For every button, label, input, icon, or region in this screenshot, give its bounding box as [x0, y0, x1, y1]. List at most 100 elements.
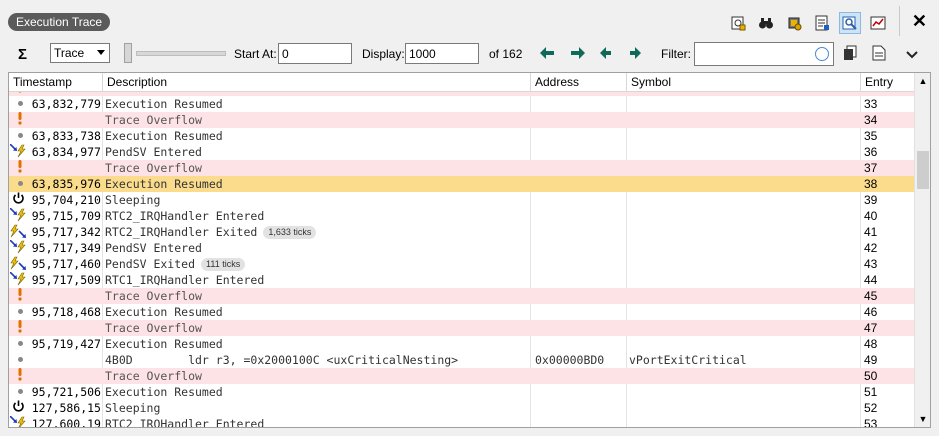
duration-badge: 1,633 ticks — [263, 226, 317, 239]
vertical-scrollbar[interactable]: ▲ ▼ — [914, 73, 930, 427]
first-page-icon[interactable] — [540, 47, 556, 62]
chevron-down-icon[interactable] — [906, 48, 918, 62]
description-cell: RTC2_IRQHandler Exited 1,633 ticks — [105, 224, 530, 240]
table-row[interactable]: 95,718,468 Execution Resumed 46 — [9, 304, 914, 320]
table-row[interactable]: 95,717,349 PendSV Entered 42 — [9, 240, 914, 256]
address-cell: 0x00000BD0 — [535, 353, 605, 367]
timestamp-cell — [13, 320, 101, 336]
scroll-thumb[interactable] — [917, 151, 929, 189]
symbol-cell — [629, 304, 859, 320]
table-row[interactable]: 4B0D ldr r3, =0x2000100C <uxCriticalNest… — [9, 352, 914, 368]
close-icon[interactable]: ✕ — [912, 10, 927, 32]
table-row[interactable]: 95,715,709 RTC2_IRQHandler Entered 40 — [9, 208, 914, 224]
binoculars-icon[interactable] — [755, 12, 777, 34]
table-row[interactable]: 63,832,779 Execution Resumed 33 — [9, 96, 914, 112]
start-at-input[interactable] — [278, 43, 352, 64]
symbol-cell — [629, 192, 859, 208]
description-cell: Execution Resumed — [105, 304, 530, 320]
filter-label: Filter: — [661, 47, 691, 61]
table-row[interactable]: 95,719,427 Execution Resumed 48 — [9, 336, 914, 352]
entry-cell: 37 — [864, 161, 878, 175]
sigma-icon[interactable]: Σ — [18, 46, 27, 63]
table-row[interactable]: Trace Overflow 47 — [9, 320, 914, 336]
toolbar-separator — [899, 6, 900, 36]
table-row[interactable]: 63,834,977 PendSV Entered 36 — [9, 144, 914, 160]
check-circle-icon[interactable] — [815, 47, 829, 61]
description-text: Sleeping — [105, 193, 161, 207]
description-text: Execution Resumed — [105, 305, 223, 319]
description-text: Execution Resumed — [105, 97, 223, 111]
description-text: Trace Overflow — [105, 369, 202, 383]
entry-cell: 35 — [864, 129, 878, 143]
entry-cell: 49 — [864, 353, 878, 367]
address-cell — [535, 112, 627, 128]
display-input[interactable] — [405, 43, 479, 64]
description-cell: PendSV Exited 111 ticks — [105, 256, 530, 272]
symbol-cell — [629, 416, 859, 427]
table-row[interactable]: Trace Overflow 45 — [9, 288, 914, 304]
duration-badge: 111 ticks — [201, 258, 246, 271]
entry-cell: 42 — [864, 241, 878, 255]
scroll-up-icon[interactable]: ▲ — [915, 73, 930, 89]
table-row[interactable]: 95,704,210 Sleeping 39 — [9, 192, 914, 208]
address-cell — [535, 272, 627, 288]
table-row[interactable]: Trace Overflow 37 — [9, 160, 914, 176]
description-cell: PendSV Entered — [105, 240, 530, 256]
column-header-entry[interactable]: Entry — [861, 73, 914, 91]
table-row[interactable]: 63,833,738 Execution Resumed 35 — [9, 128, 914, 144]
entry-cell: 34 — [864, 113, 878, 127]
timestamp-cell: 95,704,210 — [31, 193, 101, 207]
description-cell: 4B0D ldr r3, =0x2000100C <uxCriticalNest… — [105, 352, 530, 368]
description-cell: RTC2_IRQHandler Entered — [105, 208, 530, 224]
timestamp-cell — [13, 160, 101, 176]
symbol-cell — [629, 256, 859, 272]
position-slider-handle[interactable] — [124, 43, 132, 63]
address-cell — [535, 192, 627, 208]
graph-icon[interactable] — [867, 12, 889, 34]
timestamp-cell — [13, 352, 101, 368]
position-slider-track[interactable] — [136, 51, 226, 56]
symbol-cell — [629, 272, 859, 288]
entry-cell: 44 — [864, 273, 878, 287]
symbol-cell — [629, 112, 859, 128]
filter-input[interactable] — [694, 42, 834, 66]
column-header-timestamp[interactable]: Timestamp — [9, 73, 103, 91]
copy-icon[interactable] — [842, 45, 858, 64]
symbol-cell — [629, 288, 859, 304]
entry-cell: 41 — [864, 225, 878, 239]
previous-page-icon[interactable] — [599, 47, 613, 62]
table-row[interactable]: 95,717,342 RTC2_IRQHandler Exited 1,633 ti… — [9, 224, 914, 240]
entry-cell: 46 — [864, 305, 878, 319]
table-row[interactable]: Trace Overflow 34 — [9, 112, 914, 128]
timestamp-cell: 95,719,427 — [31, 337, 101, 351]
table-row[interactable]: 95,717,509 RTC1_IRQHandler Entered 44 — [9, 272, 914, 288]
report-icon[interactable] — [811, 12, 833, 34]
search-zoom-icon[interactable] — [839, 12, 861, 34]
table-row[interactable]: 127,600,19 RTC2_IRQHandler Entered 53 — [9, 416, 914, 427]
trace-select[interactable]: Trace — [50, 43, 110, 63]
table-row[interactable]: Trace Overflow 50 — [9, 368, 914, 384]
table-row[interactable]: 95,721,506 Execution Resumed 51 — [9, 384, 914, 400]
chip-icon[interactable] — [783, 12, 805, 34]
timestamp-cell: 63,835,976 — [31, 177, 101, 191]
symbol-cell — [629, 400, 859, 416]
column-header-symbol[interactable]: Symbol — [627, 73, 861, 91]
table-row[interactable]: 63,835,976 Execution Resumed 38 — [9, 176, 914, 192]
entry-cell: 43 — [864, 257, 878, 271]
description-text: 4B0D ldr r3, =0x2000100C <uxCriticalNest… — [105, 353, 459, 367]
timestamp-cell — [13, 112, 101, 128]
trace-settings-icon[interactable] — [727, 12, 749, 34]
table-row[interactable]: 127,586,15 Sleeping 52 — [9, 400, 914, 416]
timestamp-cell: 95,717,342 — [31, 225, 101, 239]
column-header-address[interactable]: Address — [531, 73, 627, 91]
last-page-icon[interactable] — [569, 47, 585, 62]
table-row[interactable]: 95,717,460 PendSV Exited 111 ticks 43 — [9, 256, 914, 272]
document-icon[interactable] — [872, 45, 886, 64]
next-page-icon[interactable] — [628, 47, 642, 62]
scroll-down-icon[interactable]: ▼ — [915, 411, 930, 427]
address-cell — [535, 400, 627, 416]
timestamp-cell: 95,717,460 — [31, 257, 101, 271]
timestamp-cell: 95,721,506 — [31, 385, 101, 399]
trace-select-value: Trace — [54, 46, 85, 60]
column-header-description[interactable]: Description — [103, 73, 531, 91]
